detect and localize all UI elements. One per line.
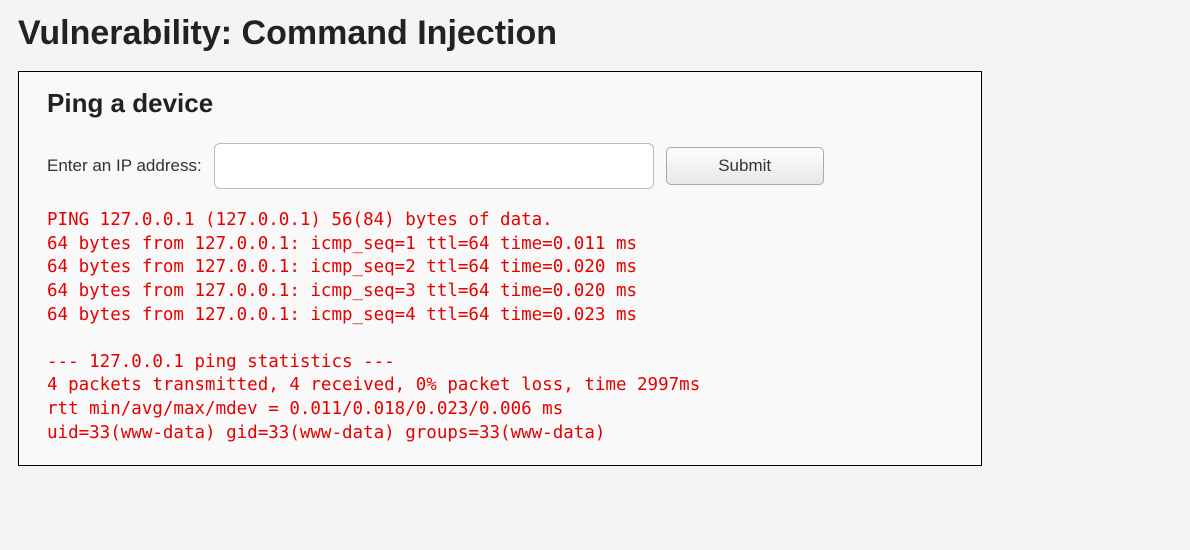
ip-input[interactable] [214, 143, 654, 189]
ping-form: Enter an IP address: Submit [47, 143, 953, 189]
page-title: Vulnerability: Command Injection [18, 0, 1172, 71]
ping-panel: Ping a device Enter an IP address: Submi… [18, 71, 982, 466]
submit-button[interactable]: Submit [666, 147, 824, 185]
ip-label: Enter an IP address: [47, 156, 202, 176]
panel-heading: Ping a device [47, 88, 953, 119]
ping-output: PING 127.0.0.1 (127.0.0.1) 56(84) bytes … [47, 209, 953, 445]
